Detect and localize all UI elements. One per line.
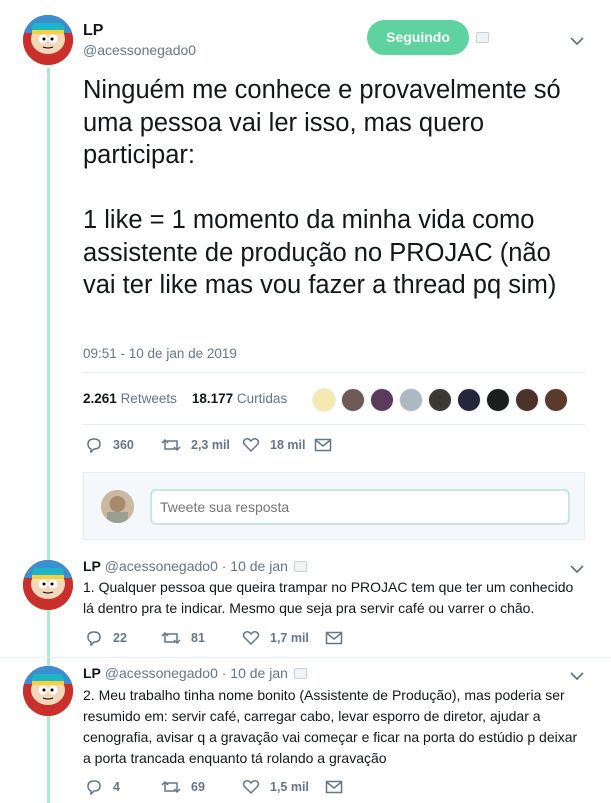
reply-icon — [87, 438, 101, 453]
heart-icon — [242, 631, 260, 646]
retweet-count: 81 — [191, 631, 205, 645]
reply-text: 1. Qualquer pessoa que queira trampar no… — [83, 579, 574, 616]
likes-count[interactable]: 18.177 — [192, 391, 233, 406]
reply-button[interactable]: 360 — [85, 437, 161, 453]
envelope-icon — [314, 438, 332, 452]
like-count: 1,5 mil — [270, 780, 309, 794]
retweet-button[interactable]: 2,3 mil — [161, 437, 242, 453]
liker-avatar[interactable] — [399, 388, 423, 412]
main-tweet-header: LP @acessonegado0 — [83, 22, 196, 58]
reply-text: 2. Meu trabalho tinha nome bonito (Assis… — [83, 687, 578, 766]
tweet-actions: 360 2,3 mil 18 mil — [85, 437, 342, 453]
liker-avatar[interactable] — [544, 388, 568, 412]
display-name[interactable]: LP — [83, 22, 196, 40]
like-count: 1,7 mil — [270, 631, 309, 645]
direct-message-button[interactable] — [325, 780, 353, 794]
liker-avatar[interactable] — [486, 388, 510, 412]
liker-avatar[interactable] — [341, 388, 365, 412]
retweet-button[interactable]: 81 — [161, 630, 242, 646]
liker-avatar[interactable] — [312, 388, 336, 412]
reply-count: 360 — [113, 438, 134, 452]
reply-header: LP @acessonegado0 · 10 de jan — [83, 558, 288, 574]
chevron-down-icon[interactable] — [569, 671, 585, 681]
divider — [0, 657, 611, 658]
tweet-actions: 22 81 1,7 mil — [85, 630, 353, 646]
like-button[interactable]: 18 mil — [242, 437, 314, 453]
badge-icon — [294, 668, 307, 679]
display-name[interactable]: LP — [83, 558, 101, 574]
like-button[interactable]: 1,5 mil — [242, 779, 325, 795]
reply-icon — [87, 631, 101, 646]
heart-icon — [242, 780, 260, 795]
tweet-text: Ninguém me conhece e provavelmente só um… — [83, 76, 561, 299]
direct-message-button[interactable] — [325, 631, 353, 645]
chevron-down-icon[interactable] — [569, 564, 585, 574]
reply-header: LP @acessonegado0 · 10 de jan — [83, 665, 288, 681]
reply-date[interactable]: · 10 de jan — [222, 665, 288, 681]
handle[interactable]: @acessonegado0 — [105, 665, 218, 681]
envelope-icon — [325, 631, 343, 645]
divider — [83, 372, 585, 373]
reply-count: 22 — [113, 631, 127, 645]
reply-box — [83, 472, 585, 540]
reply-button[interactable]: 4 — [85, 779, 161, 795]
direct-message-button[interactable] — [314, 438, 342, 452]
tweet-actions: 4 69 1,5 mil — [85, 779, 353, 795]
avatar[interactable] — [23, 666, 73, 716]
retweet-icon — [161, 631, 181, 645]
liker-avatar[interactable] — [370, 388, 394, 412]
reply-count: 4 — [113, 780, 120, 794]
retweets-label[interactable]: Retweets — [121, 391, 177, 406]
handle[interactable]: @acessonegado0 — [105, 558, 218, 574]
liker-avatar[interactable] — [515, 388, 539, 412]
retweet-count: 2,3 mil — [191, 438, 230, 452]
timestamp[interactable]: 09:51 - 10 de jan de 2019 — [83, 346, 237, 361]
retweet-button[interactable]: 69 — [161, 779, 242, 795]
reply-icon — [87, 780, 101, 795]
badge-icon — [476, 32, 489, 43]
reply-input[interactable] — [150, 489, 570, 525]
heart-icon — [242, 438, 260, 453]
likers-avatars — [312, 388, 573, 412]
avatar[interactable] — [23, 15, 73, 65]
like-button[interactable]: 1,7 mil — [242, 630, 325, 646]
like-count: 18 mil — [270, 438, 306, 452]
user-avatar[interactable] — [101, 490, 134, 523]
tweet-stats: 2.261 Retweets 18.177 Curtidas — [83, 391, 287, 406]
likes-label[interactable]: Curtidas — [237, 391, 287, 406]
display-name[interactable]: LP — [83, 665, 101, 681]
divider — [83, 424, 585, 425]
retweets-count[interactable]: 2.261 — [83, 391, 117, 406]
badge-icon — [294, 561, 307, 572]
liker-avatar[interactable] — [428, 388, 452, 412]
avatar[interactable] — [23, 560, 73, 610]
handle[interactable]: @acessonegado0 — [83, 42, 196, 58]
liker-avatar[interactable] — [457, 388, 481, 412]
envelope-icon — [325, 780, 343, 794]
reply-date[interactable]: · 10 de jan — [222, 558, 288, 574]
retweet-icon — [161, 438, 181, 452]
chevron-down-icon[interactable] — [569, 36, 585, 46]
retweet-icon — [161, 780, 181, 794]
following-button[interactable]: Seguindo — [367, 20, 469, 55]
reply-button[interactable]: 22 — [85, 630, 161, 646]
retweet-count: 69 — [191, 780, 205, 794]
